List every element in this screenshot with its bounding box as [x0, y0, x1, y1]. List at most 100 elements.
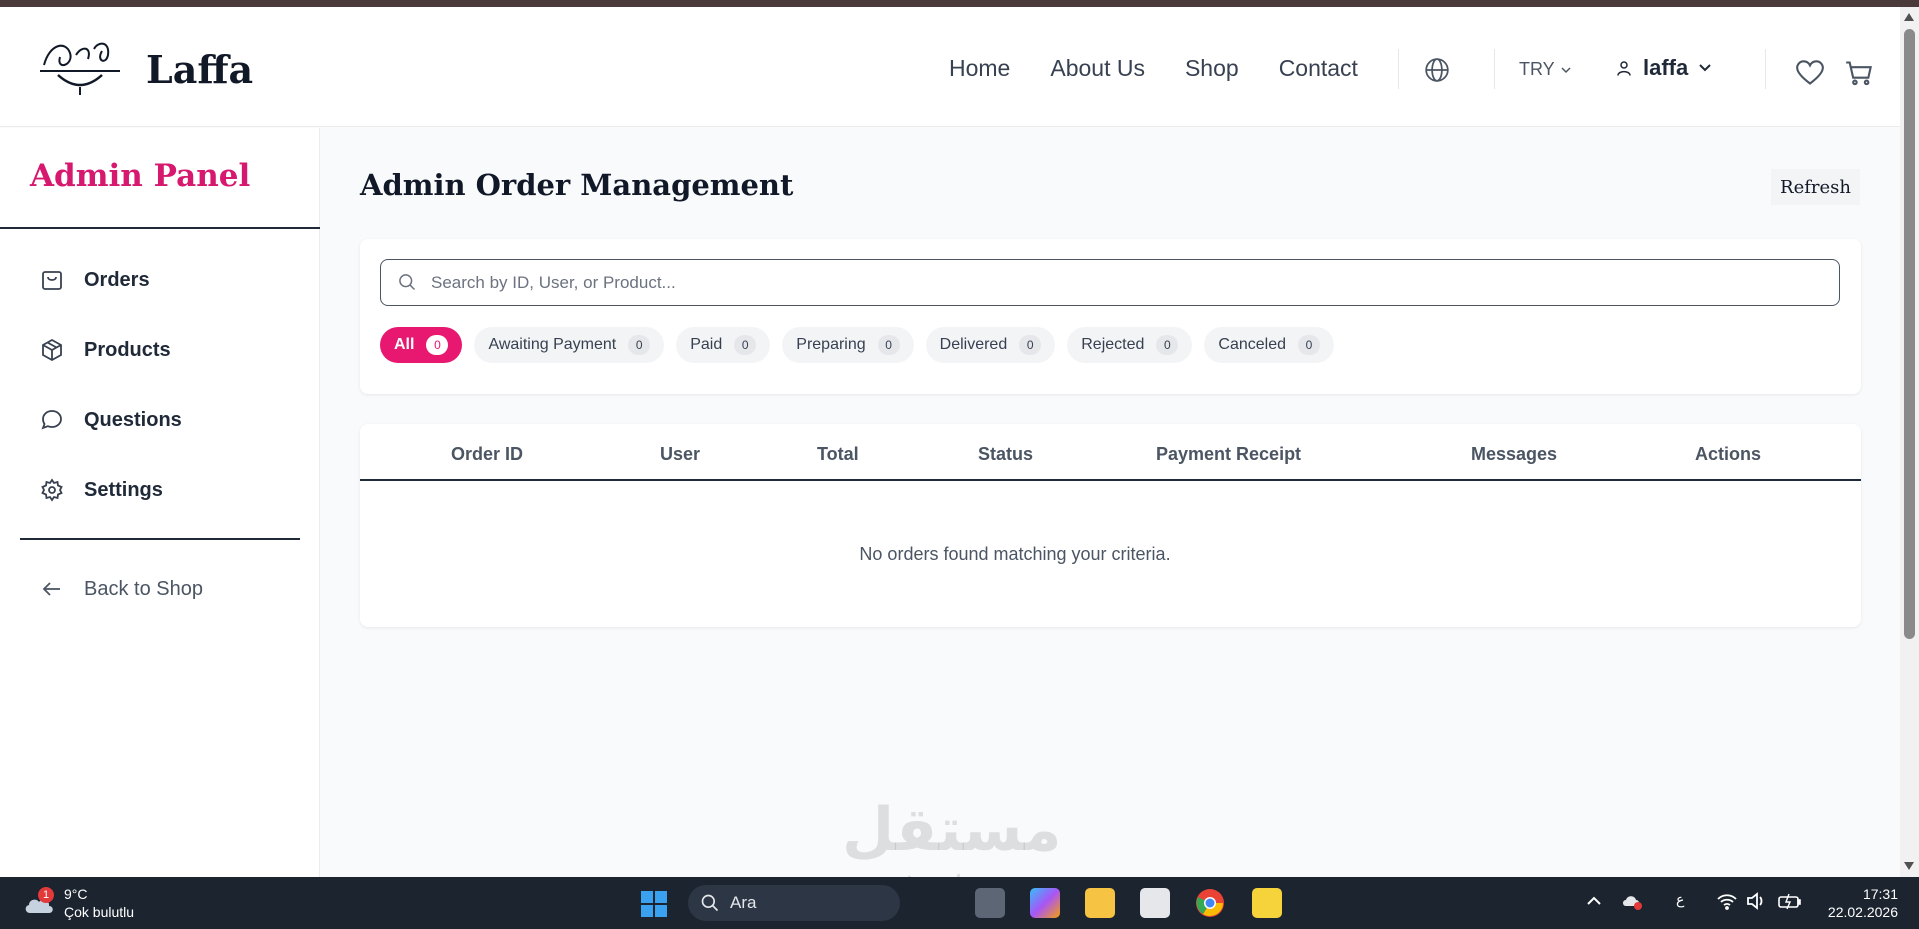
globe-icon[interactable] — [1424, 57, 1450, 83]
currency-label: TRY — [1519, 59, 1555, 79]
chevron-down-icon — [1561, 66, 1571, 73]
nav-about-us[interactable]: About Us — [1050, 55, 1145, 82]
watermark-arabic: مستقل — [842, 795, 1062, 865]
input-language-indicator[interactable]: ع — [1676, 891, 1684, 908]
onedrive-error-icon[interactable] — [1622, 892, 1644, 912]
sidebar-item-label: Orders — [84, 268, 150, 291]
chevron-up-icon[interactable] — [1586, 895, 1602, 907]
column-header-messages[interactable]: Messages — [1471, 444, 1557, 465]
clock-time: 17:31 — [1862, 886, 1898, 902]
filter-chip-label: Preparing — [796, 336, 866, 353]
back-to-shop-label: Back to Shop — [84, 577, 203, 600]
currency-selector[interactable]: TRY — [1519, 59, 1571, 80]
user-menu[interactable]: laffa — [1615, 55, 1712, 81]
taskbar-search[interactable]: Ara — [688, 885, 900, 921]
filter-chip-awaiting-payment[interactable]: Awaiting Payment 0 — [474, 327, 665, 363]
filter-chip-label: Rejected — [1081, 336, 1145, 353]
filter-chip-count: 0 — [426, 335, 449, 355]
table-header: Order ID User Total Status Payment Recei… — [360, 424, 1861, 481]
nav-contact[interactable]: Contact — [1279, 55, 1358, 82]
filter-chip-count: 0 — [734, 335, 757, 355]
cloud-icon: 1 — [22, 887, 56, 917]
filter-chip-rejected[interactable]: Rejected 0 — [1067, 327, 1193, 363]
file-explorer-icon[interactable] — [1085, 888, 1115, 918]
weather-notification-badge: 1 — [38, 887, 54, 903]
microsoft-store-icon[interactable] — [1140, 888, 1170, 918]
status-filter-chips: All 0 Awaiting Payment 0 Paid 0 Preparin… — [380, 327, 1334, 363]
filter-chip-count: 0 — [628, 335, 651, 355]
sidebar-title: Admin Panel — [30, 158, 251, 194]
search-icon — [399, 274, 416, 291]
filter-chip-preparing[interactable]: Preparing 0 — [782, 327, 914, 363]
admin-sidebar: Admin Panel Orders Products Questions Se… — [0, 128, 320, 877]
chrome-icon[interactable] — [1195, 888, 1225, 918]
brand-name[interactable]: Laffa — [146, 47, 253, 92]
filter-chip-label: Awaiting Payment — [488, 336, 617, 353]
page-scrollbar[interactable] — [1900, 7, 1919, 877]
column-header-user[interactable]: User — [660, 444, 700, 465]
windows-start-icon[interactable] — [640, 890, 668, 918]
scroll-down-arrow-icon[interactable] — [1904, 862, 1914, 870]
filter-chip-paid[interactable]: Paid 0 — [676, 327, 771, 363]
copilot-icon[interactable] — [1030, 888, 1060, 918]
sticky-notes-icon[interactable] — [1252, 888, 1282, 918]
arrow-left-icon — [42, 582, 60, 596]
filter-chip-count: 0 — [1019, 335, 1042, 355]
filter-chip-label: Paid — [690, 336, 723, 353]
column-header-payment-receipt[interactable]: Payment Receipt — [1156, 444, 1301, 465]
weather-temperature: 9°C — [64, 886, 88, 902]
sidebar-item-settings[interactable]: Settings — [40, 478, 163, 502]
gear-icon — [41, 478, 63, 502]
header-divider — [1765, 49, 1766, 89]
page-title: Admin Order Management — [360, 168, 794, 202]
search-box[interactable] — [380, 259, 1840, 306]
taskbar-search-label: Ara — [730, 893, 757, 912]
system-clock[interactable]: 17:31 22.02.2026 — [1822, 885, 1898, 921]
search-icon — [701, 894, 719, 912]
nav-shop[interactable]: Shop — [1185, 55, 1239, 82]
column-header-actions[interactable]: Actions — [1695, 444, 1761, 465]
refresh-button[interactable]: Refresh — [1771, 169, 1860, 205]
site-header: Laffa Home About Us Shop Contact TRY laf… — [0, 7, 1900, 127]
weather-description: Çok bulutlu — [64, 904, 135, 920]
search-input[interactable] — [431, 272, 1811, 293]
filter-chip-count: 0 — [1298, 335, 1320, 355]
sidebar-item-products[interactable]: Products — [40, 338, 171, 362]
column-header-status[interactable]: Status — [978, 444, 1033, 465]
user-name: laffa — [1643, 55, 1689, 80]
clock-date: 22.02.2026 — [1827, 904, 1898, 920]
filter-chip-delivered[interactable]: Delivered 0 — [925, 327, 1056, 363]
back-to-shop-link[interactable]: Back to Shop — [40, 577, 203, 601]
laffa-logo-icon[interactable] — [36, 35, 124, 97]
browser-top-strip — [0, 0, 1919, 7]
orders-table: Order ID User Total Status Payment Recei… — [360, 424, 1861, 627]
column-header-total[interactable]: Total — [817, 444, 859, 465]
empty-state-message: No orders found matching your criteria. — [859, 544, 1171, 564]
wifi-icon[interactable] — [1716, 892, 1738, 910]
chevron-down-icon — [1699, 64, 1711, 72]
scroll-up-arrow-icon[interactable] — [1904, 13, 1914, 21]
filter-chip-label: Canceled — [1218, 336, 1286, 353]
shopping-bag-icon — [42, 271, 62, 290]
scroll-thumb[interactable] — [1904, 29, 1915, 639]
filter-chip-label: All — [394, 336, 415, 353]
cart-icon[interactable] — [1845, 60, 1873, 86]
package-icon — [42, 338, 62, 362]
column-header-order-id[interactable]: Order ID — [451, 444, 523, 465]
battery-charging-icon[interactable] — [1778, 892, 1802, 910]
volume-icon[interactable] — [1746, 892, 1766, 910]
weather-widget[interactable]: 1 9°C Çok bulutlu — [22, 885, 134, 921]
sidebar-item-orders[interactable]: Orders — [40, 268, 150, 292]
sidebar-item-label: Questions — [84, 408, 182, 431]
filter-chip-canceled[interactable]: Canceled 0 — [1204, 327, 1334, 363]
chat-bubble-icon — [41, 410, 62, 430]
task-view-icon[interactable] — [975, 888, 1005, 918]
user-icon — [1617, 61, 1631, 76]
sidebar-item-label: Products — [84, 338, 171, 361]
sidebar-item-questions[interactable]: Questions — [40, 408, 182, 432]
nav-home[interactable]: Home — [949, 55, 1010, 82]
filter-chip-all[interactable]: All 0 — [380, 327, 463, 363]
sidebar-divider — [20, 538, 300, 540]
filter-chip-count: 0 — [877, 335, 900, 355]
heart-icon[interactable] — [1796, 60, 1824, 86]
